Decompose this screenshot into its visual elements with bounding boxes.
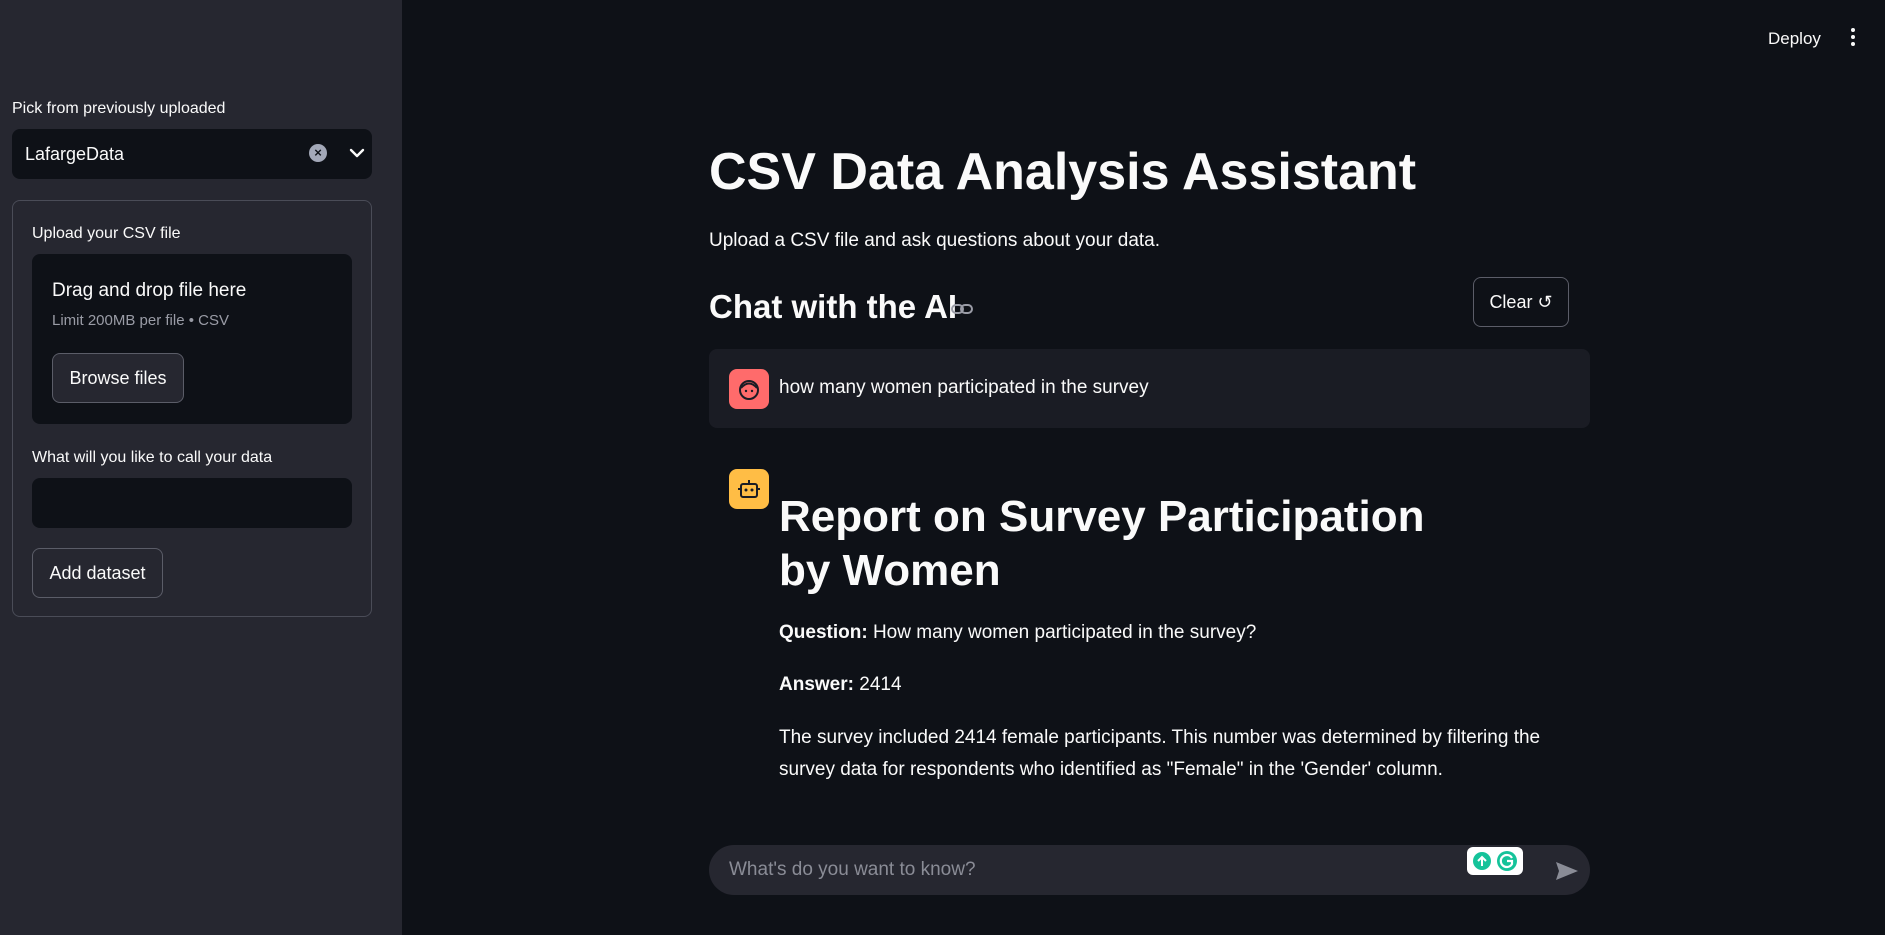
dataset-name-label: What will you like to call your data: [32, 449, 273, 466]
chevron-down-icon[interactable]: [346, 142, 368, 164]
user-message: how many women participated in the surve…: [709, 349, 1590, 428]
answer-description: The survey included 2414 female particip…: [779, 727, 1541, 780]
page-title: CSV Data Analysis Assistant: [709, 143, 1417, 201]
chat-input-bar: [709, 845, 1590, 895]
grammarly-widget[interactable]: [1467, 847, 1523, 875]
page-subtitle: Upload a CSV file and ask questions abou…: [709, 230, 1161, 251]
robot-icon: [738, 480, 760, 498]
answer-value: 2414: [859, 674, 902, 695]
clear-chat-button[interactable]: Clear ↺: [1473, 277, 1569, 327]
chat-input[interactable]: [729, 858, 1449, 882]
grammarly-icon: [1473, 851, 1517, 871]
dropzone-limit: Limit 200MB per file • CSV: [52, 312, 229, 329]
clear-selection-icon[interactable]: ×: [309, 144, 327, 162]
upload-label: Upload your CSV file: [32, 225, 181, 242]
pick-dataset-label: Pick from previously uploaded: [12, 100, 226, 117]
upload-form: Upload your CSV file Drag and drop file …: [12, 200, 372, 617]
user-message-text: how many women participated in the surve…: [779, 377, 1149, 398]
dataset-select[interactable]: LafargeData ×: [12, 129, 372, 179]
user-face-icon: [739, 380, 759, 400]
dataset-name-input[interactable]: [32, 478, 352, 528]
link-icon[interactable]: [950, 301, 974, 317]
browse-files-button[interactable]: Browse files: [52, 353, 184, 403]
kebab-menu-icon[interactable]: [1850, 28, 1856, 49]
dataset-select-value: LafargeData: [25, 144, 125, 164]
main-area: Deploy CSV Data Analysis Assistant Uploa…: [402, 0, 1885, 935]
sidebar: Pick from previously uploaded LafargeDat…: [0, 0, 402, 935]
answer-label: Answer:: [779, 674, 854, 695]
assistant-avatar: [729, 469, 769, 509]
deploy-button[interactable]: Deploy: [1768, 29, 1821, 49]
dropzone-title: Drag and drop file here: [52, 280, 247, 301]
user-avatar: [729, 369, 769, 409]
file-dropzone[interactable]: Drag and drop file here Limit 200MB per …: [32, 254, 352, 424]
question-label: Question:: [779, 622, 868, 643]
add-dataset-button[interactable]: Add dataset: [32, 548, 163, 598]
question-line: Question: How many women participated in…: [779, 622, 1256, 644]
send-icon[interactable]: [1554, 860, 1580, 882]
answer-line: Answer: 2414: [779, 674, 902, 696]
question-text: How many women participated in the surve…: [872, 622, 1257, 643]
report-title: Report on Survey Participation by Women: [779, 492, 1425, 595]
chat-heading: Chat with the AI: [709, 288, 958, 325]
